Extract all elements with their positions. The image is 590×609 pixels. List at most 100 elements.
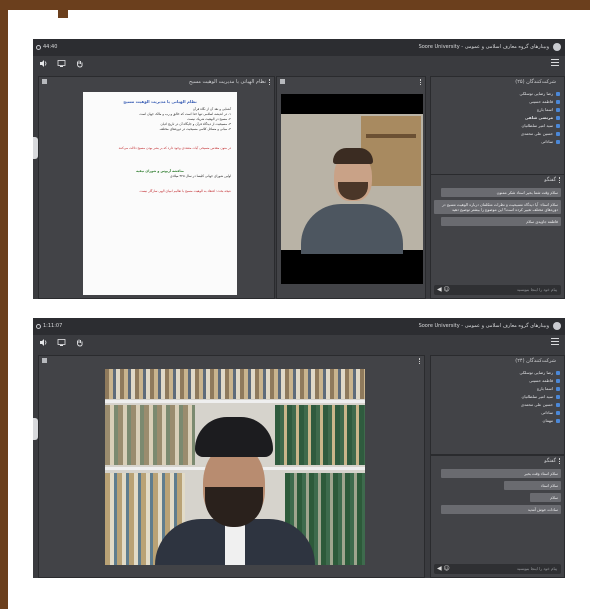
document-red-text: در متون مقدس مسیحی آیات متعددی وجود دارد… — [118, 146, 231, 150]
document-icon — [42, 79, 47, 84]
document-heading: نظام الهیاتی یا مدیریت الوهیت مسیح — [123, 99, 197, 104]
attendee-row[interactable]: سید امیر سلطانیان — [435, 393, 560, 401]
toolbar — [33, 335, 565, 350]
pod-header — [39, 356, 424, 366]
raise-hand-icon[interactable] — [75, 59, 84, 68]
user-icon — [556, 132, 560, 136]
pod-options-icon[interactable] — [420, 79, 423, 85]
chat-message: سلام استاد — [504, 481, 561, 490]
user-icon — [556, 411, 560, 415]
window-title: وبینارهای گروه معارف اسلامی و عمومی - So… — [418, 323, 549, 329]
pod-header: گفتگو — [431, 175, 564, 185]
speaker-icon[interactable] — [39, 59, 48, 68]
chat-message: سلام وقت شما بخیر استاد شکر ممنون — [440, 188, 561, 197]
document-pod-title: نظام الهیاتی یا مدیریت الوهیت مسیح — [189, 79, 266, 85]
attendee-row[interactable]: رضا رضایی توسلکی — [435, 90, 560, 98]
chat-pod: گفتگو سلام وقت شما بخیر استاد شکر ممنون … — [430, 174, 565, 299]
presentation-document: نظام الهیاتی یا مدیریت الوهیت مسیح آشنای… — [83, 92, 237, 295]
timer-text: 1:11:07 — [43, 323, 63, 329]
pod-options-icon[interactable] — [419, 358, 422, 364]
user-icon — [556, 92, 560, 96]
screen-share-icon[interactable] — [57, 338, 66, 347]
bookshelf-row — [105, 369, 365, 399]
screen-share-icon[interactable] — [57, 59, 66, 68]
pod-options-icon[interactable] — [559, 458, 562, 464]
document-line: ۴- مبانی و مسائل کلامی مسیحیت در دوره‌ها… — [159, 127, 231, 131]
attendees-title: شرکت‌کنندگان (۲۵) — [515, 79, 556, 85]
pod-header: نظام الهیاتی یا مدیریت الوهیت مسیح — [39, 77, 274, 87]
attendee-row[interactable]: اسما بارع — [435, 385, 560, 393]
user-icon — [556, 387, 560, 391]
camera-icon — [42, 358, 47, 363]
user-icon — [556, 100, 560, 104]
bookshelf-row — [275, 405, 365, 465]
document-bottom-red: نتیجه بحث: اعتقاد به الوهیت مسیح با تعال… — [139, 189, 231, 193]
frame-top-notch — [58, 0, 68, 18]
attendee-row[interactable]: سید امیر سلطانیان — [435, 122, 560, 130]
chat-placeholder: پیام خود را اینجا بنویسید — [516, 287, 557, 292]
attendee-row[interactable]: حسین علی محمدی — [435, 130, 560, 138]
webcam-video — [105, 369, 365, 565]
camera-pod — [276, 76, 426, 299]
chat-message: فاطمه جاویدی سلام — [440, 217, 561, 226]
pod-header: گفتگو — [431, 456, 564, 466]
user-icon — [556, 371, 560, 375]
chat-messages: سلام وقت شما بخیر استاد شکر ممنون سلام ا… — [434, 186, 561, 282]
attendee-row[interactable]: رضا رضایی توسلکی — [435, 369, 560, 377]
timer-text: 44:40 — [43, 44, 58, 50]
chat-placeholder: پیام خود را اینجا بنویسید — [516, 566, 557, 571]
raise-hand-icon[interactable] — [75, 338, 84, 347]
user-icon — [556, 419, 560, 423]
pod-options-icon[interactable] — [559, 177, 562, 183]
title-bar: 44:40 وبینارهای گروه معارف اسلامی و عموم… — [33, 39, 565, 56]
webcam-video — [281, 94, 423, 284]
chat-input[interactable]: پیام خود را اینجا بنویسید ◀ ☺ — [434, 564, 561, 574]
user-icon — [556, 395, 560, 399]
pod-options-icon[interactable] — [269, 79, 272, 85]
session-timer: 1:11:07 — [36, 323, 62, 329]
user-icon — [556, 116, 560, 120]
frame-left-border — [0, 0, 8, 609]
user-icon — [556, 124, 560, 128]
attendee-list: رضا رضایی توسلکی فاطمه حسینی اسما بارع س… — [431, 366, 564, 454]
user-icon — [556, 379, 560, 383]
attendee-row[interactable]: مرتضی شاهی — [435, 114, 560, 122]
send-icon[interactable]: ◀ ☺ — [437, 287, 450, 293]
send-icon[interactable]: ◀ ☺ — [437, 566, 450, 572]
menu-icon[interactable] — [551, 338, 559, 346]
attendee-row[interactable]: فاطمه حسینی — [435, 98, 560, 106]
user-icon — [556, 108, 560, 112]
camera-pod — [38, 355, 425, 578]
app-logo-icon — [553, 43, 561, 51]
attendee-row[interactable]: مهمان — [435, 417, 560, 425]
title-bar: 1:11:07 وبینارهای گروه معارف اسلامی و عم… — [33, 318, 565, 335]
chat-message: سلام — [529, 493, 561, 502]
window-title: وبینارهای گروه معارف اسلامی و عمومی - So… — [418, 44, 549, 50]
chat-pod: گفتگو سلام استاد وقت بخیر سلام استاد سلا… — [430, 455, 565, 578]
frame-top-border — [0, 0, 590, 10]
chat-message: سلام استاد وقت بخیر — [440, 469, 561, 478]
document-green-line: اولین شورای جهانی کلیسا در سال ۳۲۵ میلاد… — [170, 174, 231, 178]
user-icon — [556, 403, 560, 407]
attendee-row[interactable]: ساداتی — [435, 409, 560, 417]
user-icon — [556, 140, 560, 144]
toolbar — [33, 56, 565, 71]
clock-icon — [36, 44, 41, 50]
pod-header — [277, 77, 425, 87]
speaker-icon[interactable] — [39, 338, 48, 347]
attendee-row[interactable]: فاطمه حسینی — [435, 377, 560, 385]
attendees-title: شرکت‌کنندگان (۲۴) — [515, 358, 556, 364]
pod-header: شرکت‌کنندگان (۲۴) — [431, 356, 564, 366]
attendee-row[interactable]: اسما بارع — [435, 106, 560, 114]
chat-input[interactable]: پیام خود را اینجا بنویسید ◀ ☺ — [434, 285, 561, 295]
bookshelf-row — [105, 405, 195, 465]
menu-icon[interactable] — [551, 59, 559, 67]
attendee-row[interactable]: ساداتی — [435, 138, 560, 146]
document-share-pod: نظام الهیاتی یا مدیریت الوهیت مسیح نظام … — [38, 76, 275, 299]
camera-icon — [280, 79, 285, 84]
chat-message: سادات خوش آمدید — [440, 505, 561, 514]
chat-title: گفتگو — [544, 177, 556, 183]
chat-messages: سلام استاد وقت بخیر سلام استاد سلام سادا… — [434, 467, 561, 561]
session-timer: 44:40 — [36, 44, 57, 50]
attendee-row[interactable]: حسین علی محمدی — [435, 401, 560, 409]
